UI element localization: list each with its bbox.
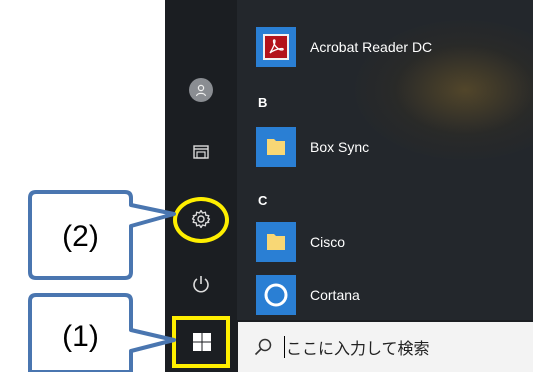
- callout-shapes: [28, 190, 176, 372]
- callout-2-label: (2): [62, 220, 99, 253]
- callout-1-label: (1): [62, 320, 99, 353]
